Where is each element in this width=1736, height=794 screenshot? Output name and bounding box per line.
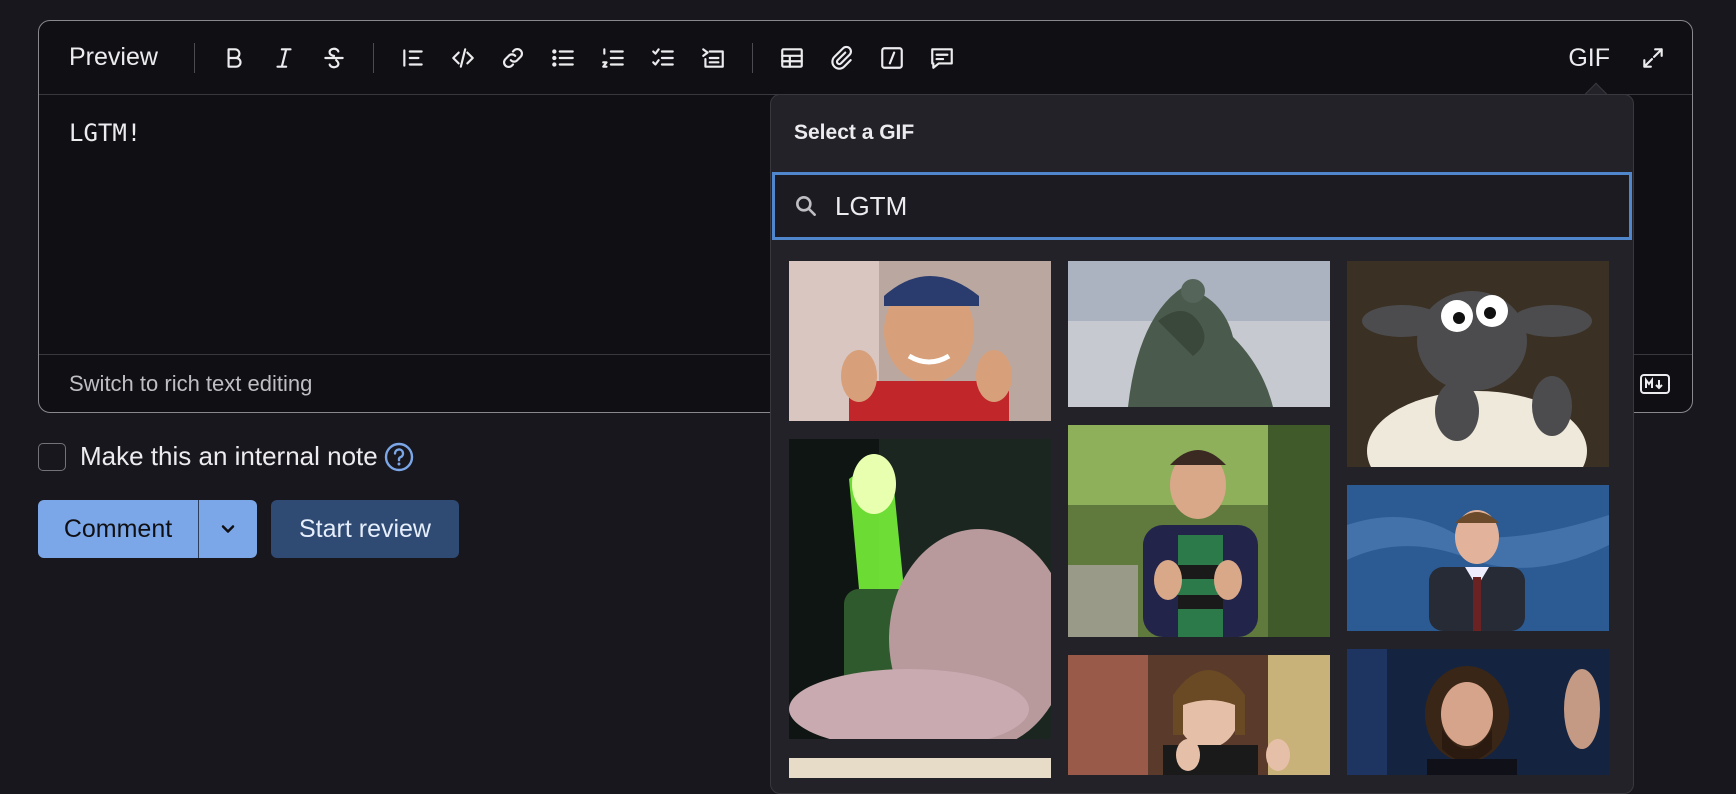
gif-search-field[interactable] [772, 172, 1632, 240]
gif-thumbnail-leafy-creature[interactable] [1068, 261, 1330, 407]
gif-thumbnail-glowing-lighter[interactable] [789, 439, 1051, 739]
italic-button[interactable] [259, 33, 309, 83]
gif-thumbnail-woman-thumbs-up[interactable] [1068, 655, 1330, 775]
link-icon [502, 47, 523, 68]
gif-thumbnail-bearded-man[interactable] [1347, 649, 1609, 775]
comment-template-button[interactable] [917, 33, 967, 83]
italic-icon [276, 47, 292, 68]
numbered-list-icon [602, 47, 624, 68]
search-icon [796, 196, 816, 216]
gif-thumbnail-news-anchor[interactable] [1347, 485, 1609, 631]
table-button[interactable] [767, 33, 817, 83]
numbered-list-button[interactable] [588, 33, 638, 83]
gif-thumbnail-partial[interactable] [789, 758, 1051, 778]
gif-picker-popover: Select a GIF [770, 94, 1634, 794]
attachment-icon [831, 45, 852, 70]
task-list-icon [652, 47, 674, 66]
help-icon[interactable] [384, 442, 414, 472]
chevron-down-icon [221, 525, 235, 533]
preview-button[interactable]: Preview [69, 43, 158, 72]
internal-note-label: Make this an internal note [80, 441, 378, 471]
bullet-list-icon [552, 48, 574, 67]
start-review-button[interactable]: Start review [271, 500, 459, 558]
gif-thumbnail-smiling-man-thumbs-up[interactable] [1068, 425, 1330, 637]
comment-button[interactable]: Comment [38, 500, 198, 558]
blockquote-icon [403, 48, 423, 67]
blockquote-button[interactable] [388, 33, 438, 83]
table-icon [781, 47, 803, 68]
comment-dropdown-button[interactable] [199, 500, 257, 558]
strikethrough-button[interactable] [309, 33, 359, 83]
markdown-icon [1640, 374, 1670, 394]
switch-to-rich-text-link[interactable]: Switch to rich text editing [69, 371, 312, 397]
code-button[interactable] [438, 33, 488, 83]
gif-picker-title: Select a GIF [794, 121, 915, 144]
strikethrough-icon [324, 47, 344, 68]
toolbar-divider [751, 42, 753, 73]
toolbar-right: GIF [1568, 21, 1678, 95]
comment-actions: Comment Start review [38, 500, 459, 558]
link-button[interactable] [488, 33, 538, 83]
fullscreen-icon [1643, 48, 1663, 68]
internal-note-row: Make this an internal note [38, 441, 414, 472]
gif-thumbnail-thumbs-up-man-cap[interactable] [789, 261, 1051, 421]
gif-thumbnail-sheep-thumbs-up[interactable] [1347, 261, 1609, 467]
task-list-button[interactable] [638, 33, 688, 83]
code-icon [452, 47, 474, 68]
toolbar-divider [372, 42, 374, 73]
fullscreen-button[interactable] [1628, 33, 1678, 83]
comment-split-button: Comment [38, 500, 257, 558]
bold-icon [227, 47, 242, 68]
comment-template-icon [931, 47, 953, 69]
collapsible-button[interactable] [688, 33, 738, 83]
collapsible-icon [702, 47, 724, 68]
quick-action-icon [881, 46, 903, 69]
quick-action-button[interactable] [867, 33, 917, 83]
bullet-list-button[interactable] [538, 33, 588, 83]
editor-toolbar: Preview GIF [39, 21, 1692, 95]
internal-note-checkbox[interactable] [38, 442, 66, 471]
bold-button[interactable] [209, 33, 259, 83]
gif-button[interactable]: GIF [1568, 44, 1610, 73]
attachment-button[interactable] [817, 33, 867, 83]
gif-search-input[interactable] [835, 190, 1595, 222]
toolbar-divider [193, 42, 195, 73]
